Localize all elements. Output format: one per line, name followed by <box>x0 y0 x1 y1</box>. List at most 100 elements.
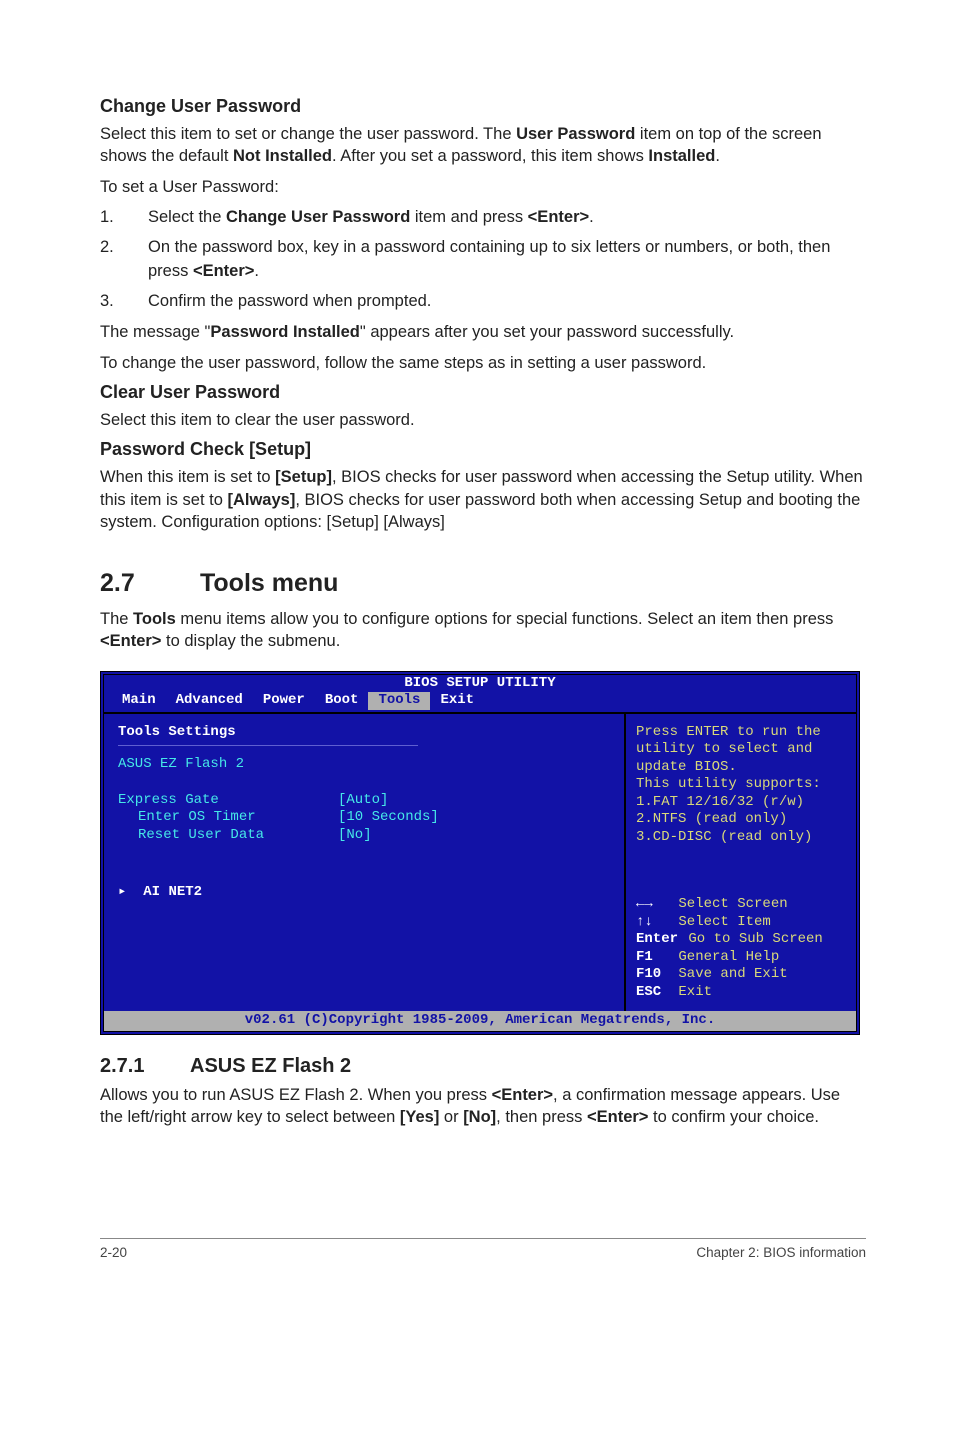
nav-key: F10 <box>636 966 670 984</box>
heading-number: 2.7 <box>100 569 200 598</box>
text: menu items allow you to configure option… <box>176 610 834 628</box>
nav-label: Select Screen <box>678 896 787 912</box>
text: item and press <box>410 208 527 226</box>
item-value: [10 Seconds] <box>338 809 439 827</box>
paragraph: To change the user password, follow the … <box>100 352 866 374</box>
text-bold: <Enter> <box>193 262 254 280</box>
text-bold: [Setup] <box>275 468 332 486</box>
text: Allows you to run ASUS EZ Flash 2. When … <box>100 1086 492 1104</box>
step-text: Confirm the password when prompted. <box>148 290 866 314</box>
menu-item-express-gate[interactable]: Express Gate [Auto] <box>118 792 610 810</box>
nav-row: F1 General Help <box>636 949 846 967</box>
help-line: utility to select and <box>636 741 846 759</box>
item-label: Reset User Data <box>138 827 338 845</box>
help-line: update BIOS. <box>636 759 846 777</box>
text-bold: Change User Password <box>226 208 410 226</box>
bios-nav-help: ←→ Select Screen ↑↓ Select Item Enter Go… <box>636 896 846 1001</box>
help-line: This utility supports: <box>636 776 846 794</box>
step-text: On the password box, key in a password c… <box>148 236 866 284</box>
help-line: 2.NTFS (read only) <box>636 811 846 829</box>
text: When this item is set to <box>100 468 275 486</box>
text: Select this item to set or change the us… <box>100 125 516 143</box>
bios-screenshot: BIOS SETUP UTILITY Main Advanced Power B… <box>100 671 860 1035</box>
menu-item-reset-user-data[interactable]: Reset User Data [No] <box>118 827 610 845</box>
tab-advanced[interactable]: Advanced <box>166 692 253 710</box>
text: to display the submenu. <box>161 632 340 650</box>
heading-password-check: Password Check [Setup] <box>100 439 866 460</box>
text: or <box>439 1108 463 1126</box>
step-number: 2. <box>100 236 148 284</box>
step-text: Select the Change User Password item and… <box>148 206 866 230</box>
text-bold: Not Installed <box>233 147 332 165</box>
menu-item-ai-net2[interactable]: ▸ AI NET2 <box>118 884 610 902</box>
text: . After you set a password, this item sh… <box>332 147 648 165</box>
heading-text: Tools menu <box>200 569 338 597</box>
heading-clear-user-password: Clear User Password <box>100 382 866 403</box>
nav-key: ↑↓ <box>636 914 670 932</box>
list-item: 3. Confirm the password when prompted. <box>100 290 866 314</box>
tab-exit[interactable]: Exit <box>430 692 484 710</box>
item-label: Enter OS Timer <box>138 809 338 827</box>
step-number: 1. <box>100 206 148 230</box>
menu-item-ez-flash[interactable]: ASUS EZ Flash 2 <box>118 756 610 774</box>
text: The message " <box>100 323 210 341</box>
bios-section-heading: Tools Settings <box>118 724 610 742</box>
list-item: 2. On the password box, key in a passwor… <box>100 236 866 284</box>
tab-main[interactable]: Main <box>104 692 166 710</box>
tab-power[interactable]: Power <box>253 692 315 710</box>
paragraph: To set a User Password: <box>100 176 866 198</box>
text-bold: [No] <box>463 1108 496 1126</box>
text-bold: Tools <box>133 610 176 628</box>
nav-row: Enter Go to Sub Screen <box>636 931 846 949</box>
text: " appears after you set your password su… <box>360 323 734 341</box>
text-bold: <Enter> <box>587 1108 648 1126</box>
text-bold: <Enter> <box>528 208 589 226</box>
item-value: [No] <box>338 827 372 845</box>
text: . <box>254 262 259 280</box>
tab-tools[interactable]: Tools <box>368 692 430 710</box>
nav-key: F1 <box>636 949 670 967</box>
heading-ez-flash: 2.7.1ASUS EZ Flash 2 <box>100 1055 866 1078</box>
nav-label: Exit <box>678 984 712 1000</box>
step-number: 3. <box>100 290 148 314</box>
text: . <box>589 208 594 226</box>
bios-footer: v02.61 (C)Copyright 1985-2009, American … <box>104 1011 856 1031</box>
bios-right-pane: Press ENTER to run the utility to select… <box>626 712 856 1012</box>
submenu-arrow-icon: ▸ <box>118 884 143 900</box>
nav-row: ←→ Select Screen <box>636 896 846 914</box>
text-bold: Password Installed <box>210 323 359 341</box>
divider <box>118 745 418 746</box>
text: to confirm your choice. <box>648 1108 819 1126</box>
list-item: 1. Select the Change User Password item … <box>100 206 866 230</box>
tab-boot[interactable]: Boot <box>315 692 369 710</box>
text-bold: <Enter> <box>492 1086 553 1104</box>
text: The <box>100 610 133 628</box>
nav-row: F10 Save and Exit <box>636 966 846 984</box>
menu-item-enter-os-timer[interactable]: Enter OS Timer [10 Seconds] <box>118 809 610 827</box>
nav-label: Select Item <box>678 914 770 930</box>
help-line: Press ENTER to run the <box>636 724 846 742</box>
heading-number: 2.7.1 <box>100 1055 190 1078</box>
text-bold: <Enter> <box>100 632 161 650</box>
bios-tabs: Main Advanced Power Boot Tools Exit <box>104 692 856 712</box>
bios-left-pane: Tools Settings ASUS EZ Flash 2 Express G… <box>104 712 626 1012</box>
bios-title: BIOS SETUP UTILITY <box>104 675 856 693</box>
item-value: [Auto] <box>338 792 388 810</box>
paragraph: The Tools menu items allow you to config… <box>100 608 866 653</box>
bios-help-text: Press ENTER to run the utility to select… <box>636 724 846 847</box>
heading-text: ASUS EZ Flash 2 <box>190 1055 351 1077</box>
nav-row: ESC Exit <box>636 984 846 1002</box>
help-line: 1.FAT 12/16/32 (r/w) <box>636 794 846 812</box>
page-footer: 2-20 Chapter 2: BIOS information <box>100 1238 866 1260</box>
paragraph: The message "Password Installed" appears… <box>100 321 866 343</box>
nav-label: General Help <box>678 949 779 965</box>
text-bold: [Yes] <box>400 1108 439 1126</box>
heading-change-user-password: Change User Password <box>100 96 866 117</box>
nav-label: Save and Exit <box>678 966 787 982</box>
nav-row: ↑↓ Select Item <box>636 914 846 932</box>
heading-tools-menu: 2.7Tools menu <box>100 569 866 598</box>
chapter-label: Chapter 2: BIOS information <box>696 1245 866 1260</box>
paragraph: Select this item to clear the user passw… <box>100 409 866 431</box>
text-bold: User Password <box>516 125 635 143</box>
text: Select the <box>148 208 226 226</box>
